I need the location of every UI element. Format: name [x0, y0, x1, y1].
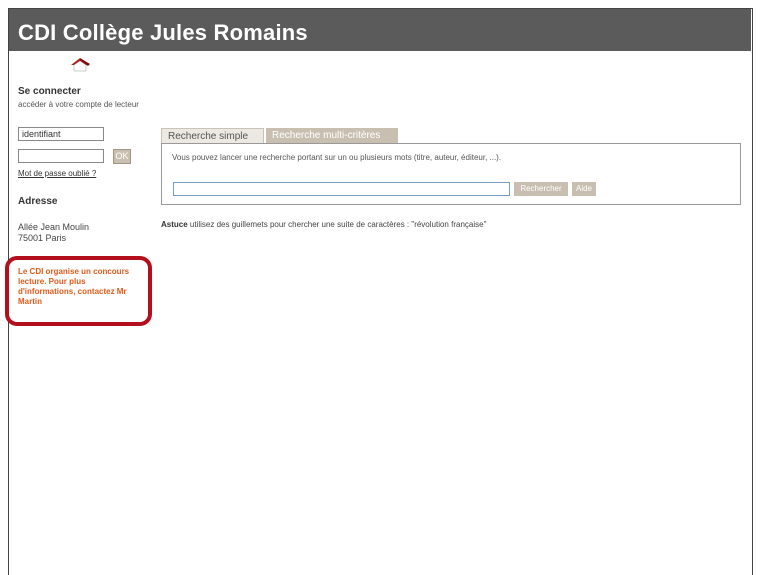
address-line-1: Allée Jean Moulin [18, 222, 90, 232]
password-field[interactable] [18, 149, 104, 163]
site-title: CDI Collège Jules Romains [18, 20, 308, 45]
search-panel: Vous pouvez lancer une recherche portant… [161, 143, 741, 205]
login-ok-button[interactable]: OK [113, 149, 131, 164]
news-announcement: Le CDI organise un concours lecture. Pou… [18, 267, 130, 306]
tab-simple-search[interactable]: Recherche simple [161, 128, 264, 143]
house-roof-icon[interactable] [68, 56, 92, 74]
forgot-password-link[interactable]: Mot de passe oublié ? [18, 169, 96, 178]
address-title: Adresse [18, 196, 58, 207]
username-field[interactable] [18, 127, 104, 141]
help-button[interactable]: Aide [572, 182, 596, 196]
search-tip: Astuce utilisez des guillemets pour cher… [161, 220, 486, 229]
login-title: Se connecter [18, 86, 81, 97]
login-subtitle: accéder à votre compte de lecteur [18, 100, 139, 109]
search-description: Vous pouvez lancer une recherche portant… [172, 153, 502, 162]
site-header: CDI Collège Jules Romains [9, 9, 751, 51]
search-button[interactable]: Rechercher [514, 182, 568, 196]
search-input[interactable] [173, 182, 510, 196]
tip-text: utilisez des guillemets pour chercher un… [187, 220, 487, 229]
tab-multi-criteria-search[interactable]: Recherche multi-critères [266, 128, 398, 143]
address-line-2: 75001 Paris [18, 233, 67, 243]
tip-label: Astuce [161, 220, 188, 229]
login-panel: Se connecter accéder à votre compte de l… [18, 86, 143, 110]
